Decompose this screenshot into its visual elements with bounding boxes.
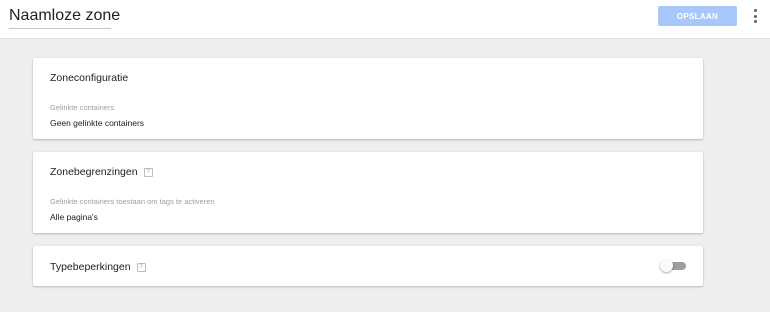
- allow-containers-value: Alle pagina's: [50, 212, 98, 222]
- card-title-zone-configuration: Zoneconfiguratie: [50, 72, 129, 84]
- card-title-type-restrictions: Typebeperkingen ?: [50, 261, 146, 273]
- type-restrictions-toggle[interactable]: [660, 259, 686, 272]
- type-restrictions-card: Typebeperkingen ?: [33, 246, 703, 286]
- page-title[interactable]: Naamloze zone: [9, 7, 120, 25]
- zone-configuration-card: Zoneconfiguratie Gelinkte containers Gee…: [33, 58, 703, 139]
- allow-containers-label: Gelinkte containers toestaan om tags te …: [50, 197, 215, 206]
- zone-boundaries-card: Zonebegrenzingen ? Gelinkte containers t…: [33, 152, 703, 233]
- top-bar: Naamloze zone OPSLAAN: [0, 0, 770, 39]
- more-vert-icon[interactable]: [752, 9, 758, 23]
- linked-containers-label: Gelinkte containers: [50, 103, 115, 112]
- toggle-thumb: [660, 259, 673, 272]
- help-icon[interactable]: ?: [143, 167, 153, 177]
- zone-name-field[interactable]: Naamloze zone: [9, 7, 120, 29]
- help-icon[interactable]: ?: [136, 262, 146, 272]
- linked-containers-value: Geen gelinkte containers: [50, 118, 145, 128]
- save-button[interactable]: OPSLAAN: [658, 6, 737, 26]
- card-title-zone-boundaries: Zonebegrenzingen ?: [50, 166, 153, 178]
